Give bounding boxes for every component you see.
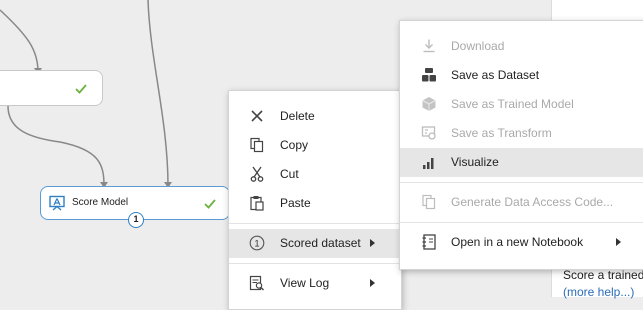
paste-icon: [250, 196, 264, 211]
module-context-menu: Delete Copy Cut Paste 1 Scored dataset V…: [228, 90, 402, 310]
menu-item-download[interactable]: Download: [400, 32, 643, 61]
menu-item-paste[interactable]: Paste: [229, 189, 401, 218]
submenu-arrow-icon: [370, 239, 375, 247]
score-model-module[interactable]: Score Model 1: [40, 186, 230, 228]
menu-item-save-as-dataset[interactable]: Save as Dataset: [400, 61, 643, 90]
view-log-icon: [249, 275, 264, 291]
menu-item-label: Visualize: [451, 155, 499, 169]
menu-item-copy[interactable]: Copy: [229, 131, 401, 160]
menu-item-label: Save as Dataset: [451, 68, 540, 82]
scored-dataset-submenu: Download Save as Dataset Save as Trained…: [399, 20, 643, 270]
menu-item-label: Generate Data Access Code...: [451, 195, 614, 209]
menu-item-label: Cut: [280, 167, 299, 181]
menu-item-label: View Log: [280, 276, 330, 290]
port-number-icon: 1: [249, 235, 265, 251]
menu-item-cut[interactable]: Cut: [229, 160, 401, 189]
menu-item-label: Copy: [280, 138, 309, 152]
transform-icon: [421, 126, 436, 140]
menu-item-label: Save as Trained Model: [451, 97, 574, 111]
menu-item-label: Save as Transform: [451, 126, 552, 140]
score-model-label: Score Model: [72, 197, 129, 208]
menu-item-scored-dataset[interactable]: 1 Scored dataset: [229, 229, 401, 258]
menu-separator: [229, 263, 401, 264]
menu-item-save-as-transform[interactable]: Save as Transform: [400, 119, 643, 148]
menu-item-label: Scored dataset: [280, 236, 361, 250]
menu-item-open-in-notebook[interactable]: Open in a new Notebook: [400, 228, 643, 257]
menu-item-generate-data-access-code[interactable]: Generate Data Access Code...: [400, 188, 643, 217]
menu-separator: [400, 182, 643, 183]
menu-item-label: Open in a new Notebook: [451, 235, 584, 249]
submenu-arrow-icon: [616, 238, 621, 246]
menu-item-visualize[interactable]: Visualize: [400, 148, 643, 177]
notebook-icon: [422, 234, 436, 250]
menu-item-label: Download: [451, 39, 505, 53]
menu-item-label: Paste: [280, 196, 311, 210]
close-icon: [251, 110, 263, 122]
copy-icon: [250, 137, 264, 153]
download-icon: [423, 39, 435, 53]
menu-item-delete[interactable]: Delete: [229, 102, 401, 131]
wire-upper-to-score: [7, 105, 105, 187]
score-model-icon: [49, 195, 65, 211]
menu-separator: [400, 222, 643, 223]
save-dataset-icon: [422, 68, 436, 82]
menu-item-save-as-trained-model[interactable]: Save as Trained Model: [400, 90, 643, 119]
menu-item-label: Delete: [280, 109, 315, 123]
success-check-icon: [75, 84, 87, 94]
submenu-arrow-icon: [370, 279, 375, 287]
port-number: 1: [254, 238, 259, 248]
output-port[interactable]: 1: [128, 212, 144, 228]
data-access-code-icon: [422, 194, 436, 210]
success-check-icon: [204, 199, 216, 209]
upper-module[interactable]: [0, 70, 103, 106]
wire-to-upper-module: [0, 9, 39, 73]
module-description: Score a trained: [563, 268, 643, 282]
menu-separator: [229, 223, 401, 224]
bar-chart-icon: [423, 158, 434, 169]
trained-model-icon: [422, 97, 436, 111]
menu-item-view-log[interactable]: View Log: [229, 269, 401, 298]
scissors-icon: [250, 166, 264, 182]
wire-top-to-score: [147, 0, 169, 187]
